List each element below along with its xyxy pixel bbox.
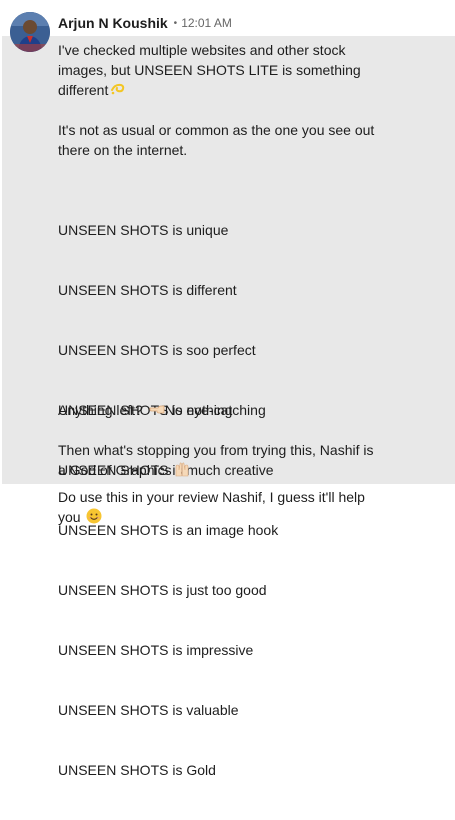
message-paragraph-1: I've checked multiple websites and other…	[58, 40, 438, 100]
separator-dot: •	[173, 17, 178, 29]
message-line: No nothing	[164, 402, 233, 418]
list-item: UNSEEN SHOTS is impressive	[58, 642, 254, 658]
list-item: UNSEEN SHOTS is just too good	[58, 582, 267, 598]
sender-row: Arjun N Koushik • 12:01 AM	[58, 14, 232, 32]
list-item: UNSEEN SHOTS is unique	[58, 222, 229, 238]
message-line: Do use this in your review Nashif, I gue…	[58, 489, 365, 505]
message-line: a God of Graphics	[58, 462, 172, 478]
dizzy-emoji-icon	[111, 83, 125, 95]
list-item: UNSEEN SHOTS is different	[58, 282, 237, 298]
message-line: you	[58, 509, 81, 525]
message-line: there on the internet.	[58, 142, 188, 158]
timestamp: 12:01 AM	[181, 16, 232, 30]
list-item: UNSEEN SHOTS is valuable	[58, 702, 239, 718]
message-line: Anything left?	[58, 402, 143, 418]
smiling-face-emoji-icon	[86, 508, 102, 524]
pointing-left-emoji-icon	[149, 405, 165, 414]
sender-name[interactable]: Arjun N Koushik	[58, 15, 168, 31]
raised-hands-emoji-icon	[175, 462, 188, 477]
message-line: different	[58, 82, 109, 98]
message-paragraph-6: Do use this in your review Nashif, I gue…	[58, 487, 438, 527]
left-rule	[0, 36, 2, 538]
message-paragraph-4: Anything left? No nothing	[58, 400, 438, 420]
list-item: UNSEEN SHOTS is Gold	[58, 762, 216, 778]
message-line: It's not as usual or common as the one y…	[58, 122, 375, 138]
list-item: UNSEEN SHOTS is soo perfect	[58, 342, 256, 358]
profile-photo-icon	[10, 12, 50, 52]
message-line: Then what's stopping you from trying thi…	[58, 442, 374, 458]
message-line: images, but UNSEEN SHOTS LITE is somethi…	[58, 62, 361, 78]
message-paragraph-5: Then what's stopping you from trying thi…	[58, 440, 438, 480]
top-edge	[0, 0, 455, 8]
avatar[interactable]	[10, 12, 50, 52]
message-paragraph-2: It's not as usual or common as the one y…	[58, 120, 438, 160]
message-line: I've checked multiple websites and other…	[58, 42, 346, 58]
